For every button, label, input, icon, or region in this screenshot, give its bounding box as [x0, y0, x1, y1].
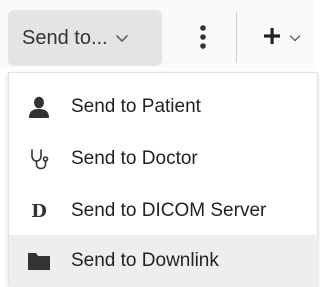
send-to-button[interactable]: Send to...: [8, 10, 162, 66]
dicom-icon: D: [25, 197, 53, 225]
menu-item-label: Send to DICOM Server: [71, 200, 267, 221]
chevron-down-icon: [114, 30, 130, 46]
menu-item-send-to-dicom-server[interactable]: D Send to DICOM Server: [9, 185, 319, 237]
menu-item-label: Send to Downlink: [71, 250, 219, 271]
add-button[interactable]: [250, 18, 310, 58]
menu-item-send-to-downlink[interactable]: Send to Downlink: [9, 235, 319, 287]
stethoscope-icon: [25, 145, 53, 173]
person-icon: [25, 93, 53, 121]
send-to-menu: Send to Patient Send to Doctor D Send to…: [8, 72, 319, 287]
menu-item-label: Send to Doctor: [71, 148, 198, 169]
send-to-label: Send to...: [22, 26, 108, 49]
folder-icon: [25, 247, 53, 275]
more-vertical-icon: [198, 23, 208, 56]
plus-icon: [262, 26, 282, 51]
menu-item-label: Send to Patient: [71, 96, 201, 117]
menu-item-send-to-doctor[interactable]: Send to Doctor: [9, 133, 319, 185]
toolbar-divider: [236, 12, 237, 62]
more-options-button[interactable]: [188, 20, 218, 58]
chevron-down-icon: [288, 31, 302, 45]
toolbar: Send to...: [0, 0, 315, 68]
menu-item-send-to-patient[interactable]: Send to Patient: [9, 81, 319, 133]
dicom-glyph: D: [31, 200, 47, 222]
